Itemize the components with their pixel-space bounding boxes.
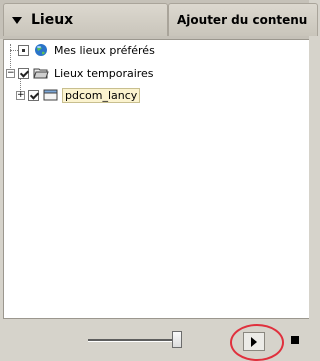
folder-open-icon (33, 68, 49, 79)
tab-add-content[interactable]: Ajouter du contenu (168, 3, 318, 36)
favorites-checkbox[interactable] (18, 44, 29, 56)
tour-toolbar (0, 319, 309, 361)
collapse-toggle-icon[interactable]: − (6, 69, 15, 78)
speed-slider-thumb[interactable] (172, 331, 182, 348)
layer-icon (43, 89, 58, 101)
tree-item-favorites[interactable]: Mes lieux préférés (18, 42, 157, 58)
collapse-arrow-icon[interactable] (12, 16, 22, 24)
tree-item-label: Mes lieux préférés (54, 43, 155, 57)
tab-add-content-label: Ajouter du contenu (177, 13, 308, 27)
speed-slider-track[interactable] (88, 339, 178, 342)
tree-item-temporary[interactable]: Lieux temporaires (18, 65, 156, 81)
tab-places-label: Lieux (31, 12, 74, 28)
stop-icon[interactable] (291, 336, 299, 344)
tree-item-pdcom-lancy[interactable]: pdcom_lancy (28, 87, 141, 103)
tree-item-label: pdcom_lancy (62, 87, 141, 103)
tab-places[interactable]: Lieux (3, 3, 168, 36)
panel-header: Lieux Ajouter du contenu (0, 0, 318, 39)
highlight-circle (230, 324, 284, 361)
expand-toggle-icon[interactable]: + (16, 91, 25, 100)
tree-line (10, 50, 18, 51)
globe-icon (35, 44, 47, 56)
pdcom-lancy-checkbox[interactable] (28, 89, 39, 101)
places-tree: Mes lieux préférés − Lieux temporaires +… (3, 39, 309, 319)
temporary-checkbox[interactable] (18, 67, 29, 79)
tree-item-label: Lieux temporaires (54, 66, 154, 80)
